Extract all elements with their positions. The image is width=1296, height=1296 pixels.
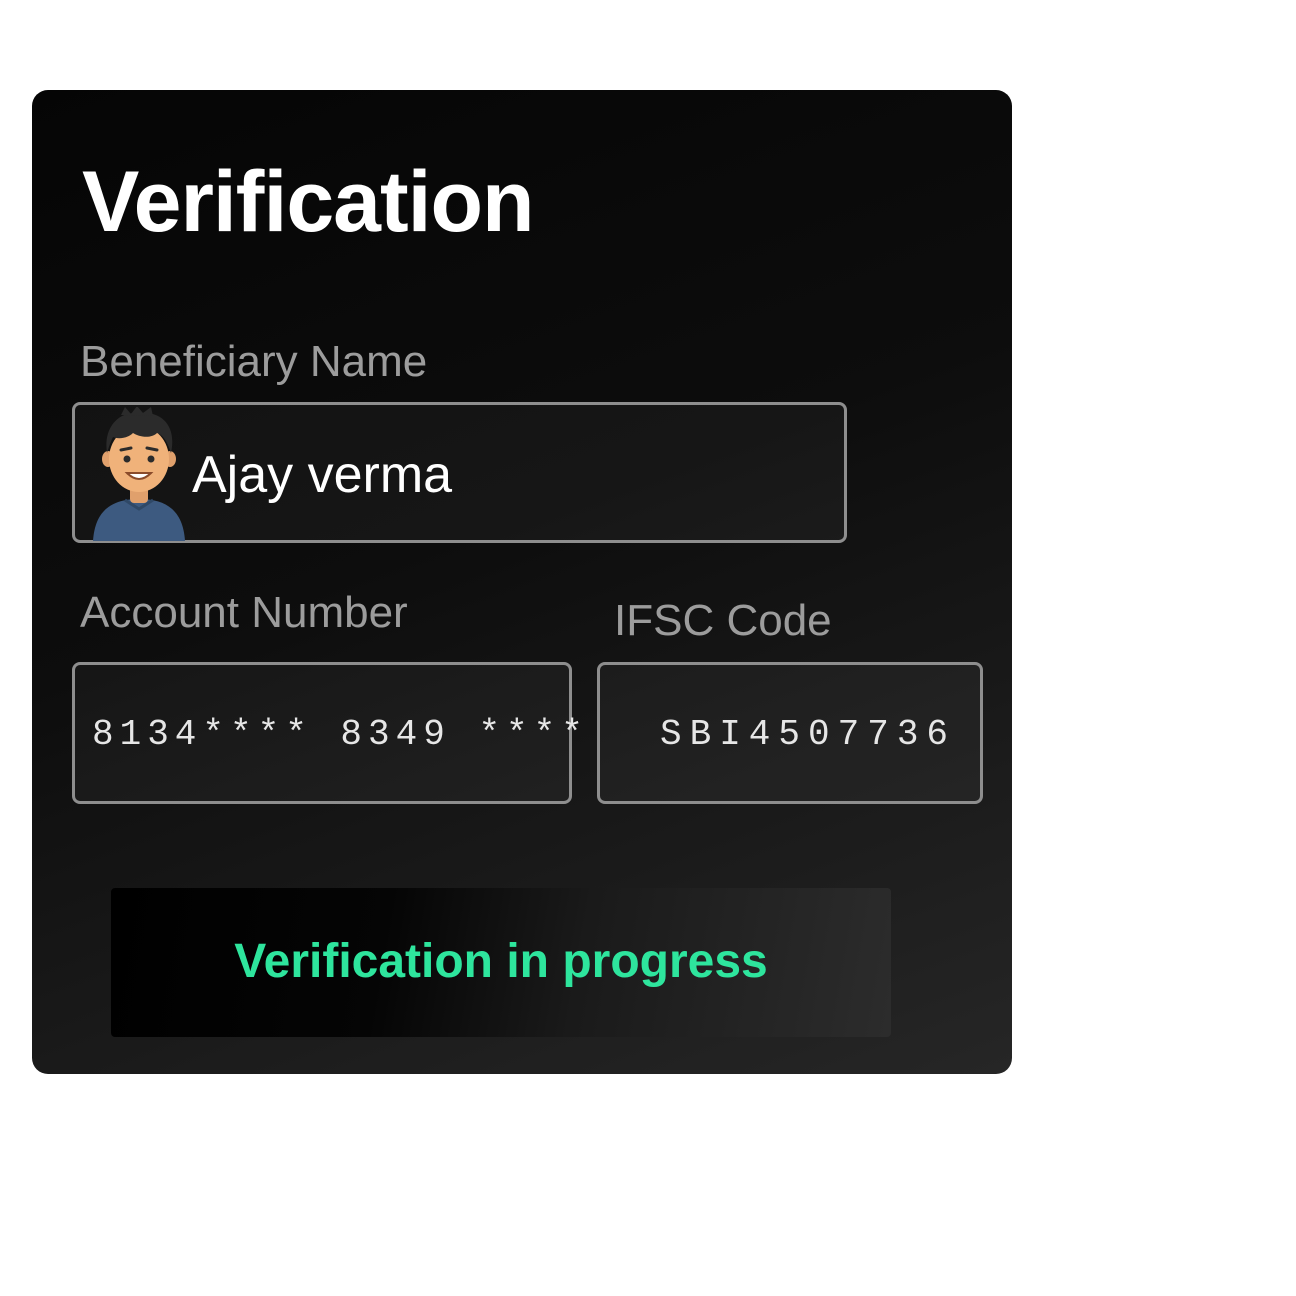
ifsc-code-label: IFSC Code (614, 596, 832, 645)
person-avatar-icon (91, 407, 187, 541)
account-number-value: 8134**** 8349 **** (92, 714, 589, 755)
ifsc-code-value: SBI4507736 (660, 714, 957, 755)
verification-card: Verification Beneficiary Name Ajay verma… (32, 90, 1012, 1074)
verification-status-text: Verification in progress (234, 935, 768, 988)
account-number-label: Account Number (80, 588, 408, 637)
account-number-field[interactable]: 8134**** 8349 **** (72, 662, 583, 804)
page-title: Verification (82, 154, 535, 250)
beneficiary-name-field[interactable]: Ajay verma (72, 402, 847, 543)
verification-status-bar: Verification in progress (111, 888, 891, 1037)
beneficiary-name-value: Ajay verma (192, 446, 453, 504)
ifsc-code-field[interactable]: SBI4507736 (597, 662, 983, 804)
beneficiary-name-label: Beneficiary Name (80, 337, 428, 386)
